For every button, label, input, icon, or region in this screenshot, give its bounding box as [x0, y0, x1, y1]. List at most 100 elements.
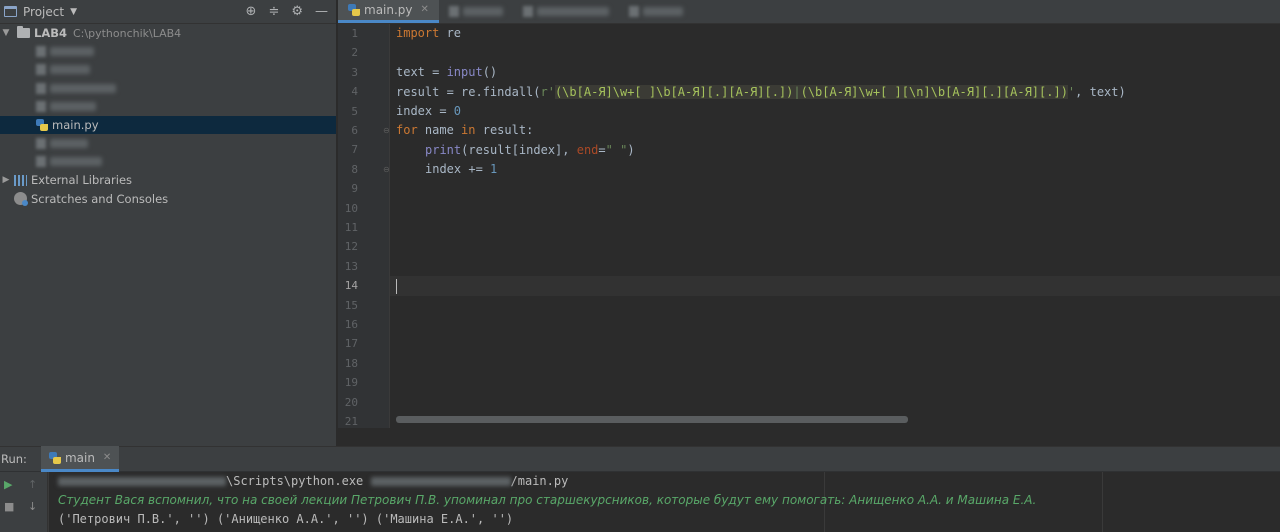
- tree-item-external-libraries[interactable]: ▶ External Libraries: [0, 171, 336, 189]
- chevron-right-icon[interactable]: ▶: [0, 175, 12, 185]
- project-toolbar: ⊕ ≑ ⚙ —: [246, 4, 336, 19]
- redacted-path: [370, 477, 511, 486]
- kwarg-token: end: [576, 142, 599, 157]
- line-number: 13: [344, 259, 358, 273]
- redacted-path: [58, 477, 226, 486]
- regex-token: |: [793, 84, 801, 99]
- line-number: 3: [351, 65, 358, 79]
- string-token: r': [540, 84, 555, 99]
- tree-root-lab4[interactable]: ▼ LAB4 C:\pythonchik\LAB4: [0, 24, 336, 42]
- tree-item-blurred[interactable]: [0, 134, 336, 152]
- scroll-down-icon[interactable]: ↓: [28, 500, 37, 513]
- tab-blurred[interactable]: [513, 0, 619, 23]
- line-number: 8: [351, 162, 358, 176]
- play-icon[interactable]: ▶: [4, 478, 12, 491]
- project-panel: Project ▼ ⊕ ≑ ⚙ — ▼ LAB4 C:\pythonchik\L…: [0, 0, 337, 446]
- editor-tabs: main.py ✕: [338, 0, 1280, 24]
- run-tab-label: main: [64, 450, 95, 465]
- scroll-up-icon[interactable]: ↑: [28, 478, 37, 491]
- tab-main-py[interactable]: main.py ✕: [338, 0, 439, 23]
- module-token: re: [439, 26, 462, 41]
- regex-group-token: (\b[А-Я]\w+[ ]\b[А-Я][.][А-Я][.]): [554, 84, 794, 99]
- gear-icon[interactable]: ⚙: [291, 4, 303, 19]
- line-number: 1: [351, 27, 358, 40]
- file-icon: [36, 82, 46, 94]
- close-icon[interactable]: ✕: [421, 4, 429, 15]
- python-file-icon: [36, 119, 48, 132]
- fold-marker-icon[interactable]: ⊖: [383, 160, 390, 179]
- tree-item-main-py[interactable]: main.py: [0, 115, 336, 135]
- stop-icon[interactable]: ■: [4, 500, 14, 513]
- code-token: name: [417, 123, 462, 138]
- run-console[interactable]: \Scripts\python.exe /main.py Студент Вас…: [48, 472, 1280, 532]
- keyword-token: in: [461, 123, 476, 138]
- redacted-name: [50, 65, 90, 75]
- folder-icon: [17, 26, 30, 39]
- console-divider: [48, 472, 49, 532]
- text-caret: [396, 278, 397, 294]
- line-number: 4: [351, 85, 358, 99]
- tree-item-scratches[interactable]: Scratches and Consoles: [0, 190, 336, 208]
- minimize-icon[interactable]: —: [315, 4, 328, 19]
- file-icon: [522, 5, 533, 17]
- console-input-line: Студент Вася вспомнил, что на своей лекц…: [58, 493, 1037, 507]
- line-number: 12: [344, 240, 358, 254]
- code-token: (): [482, 65, 498, 80]
- horizontal-scrollbar[interactable]: [396, 416, 908, 423]
- project-title[interactable]: Project: [23, 5, 64, 19]
- code-token: result:: [475, 123, 534, 138]
- close-icon[interactable]: ✕: [103, 452, 111, 463]
- line-number: 18: [344, 356, 358, 370]
- line-number: 6: [351, 124, 358, 137]
- tree-item-blurred[interactable]: [0, 61, 336, 79]
- tree-item-blurred[interactable]: [0, 153, 336, 171]
- file-icon: [36, 46, 46, 58]
- tab-blurred[interactable]: [619, 0, 693, 23]
- project-header: Project ▼ ⊕ ≑ ⚙ —: [0, 0, 336, 24]
- console-command-line: \Scripts\python.exe /main.py: [58, 472, 568, 491]
- file-icon: [36, 156, 46, 168]
- redacted-name: [50, 83, 116, 93]
- code-line-3: text = input(): [396, 63, 1280, 82]
- run-tool-window-header: Run: main ✕: [0, 446, 1280, 472]
- code-token: index +=: [425, 162, 491, 177]
- run-toolbar: ▶ ■ ↑ ↓: [0, 472, 48, 532]
- redacted-name: [536, 6, 609, 16]
- line-number: 15: [344, 298, 358, 312]
- chevron-down-icon[interactable]: ▼: [70, 7, 77, 17]
- python-file-icon: [348, 3, 360, 16]
- code-line-14[interactable]: [396, 277, 1280, 296]
- number-token: 0: [453, 104, 462, 118]
- code-token: index =: [396, 104, 454, 118]
- fold-marker-icon[interactable]: ⊖: [383, 121, 390, 140]
- code-token: =: [598, 142, 606, 157]
- locate-target-icon[interactable]: ⊕: [246, 4, 257, 19]
- builtin-token: print: [425, 142, 462, 157]
- code-token: (result[index],: [461, 142, 577, 157]
- tree-item-blurred[interactable]: [0, 42, 336, 60]
- project-tree: ▼ LAB4 C:\pythonchik\LAB4 main.py ▶ Exte…: [0, 24, 336, 208]
- code-line-8: index += 1: [396, 160, 1280, 179]
- chevron-down-icon[interactable]: ▼: [0, 28, 12, 38]
- tree-item-blurred[interactable]: [0, 79, 336, 97]
- tab-blurred[interactable]: [439, 0, 513, 23]
- root-folder-name: LAB4: [34, 26, 67, 41]
- collapse-all-icon[interactable]: ≑: [268, 4, 279, 19]
- code-editor[interactable]: 1 2 3 4 5 6 7 8 9 10 11 12 13 14 15 16 17 18 19 20 21 ⊖ ⊖ im…: [338, 24, 1280, 428]
- file-icon: [448, 5, 459, 17]
- run-tab-main[interactable]: main ✕: [40, 446, 120, 472]
- tab-label: main.py: [364, 2, 413, 17]
- code-line-5: index = 0: [396, 102, 1280, 121]
- console-divider: [1102, 472, 1103, 532]
- keyword-token: for: [396, 123, 418, 138]
- file-icon: [36, 64, 46, 76]
- tree-item-label: main.py: [52, 118, 99, 133]
- redacted-name: [50, 157, 102, 167]
- redacted-name: [50, 139, 88, 149]
- line-number: 10: [344, 201, 358, 215]
- project-window-icon: [4, 6, 17, 17]
- tree-item-blurred[interactable]: [0, 98, 336, 116]
- code-token: ): [627, 142, 635, 157]
- code-token: , text): [1075, 84, 1126, 99]
- run-label: Run:: [1, 452, 27, 466]
